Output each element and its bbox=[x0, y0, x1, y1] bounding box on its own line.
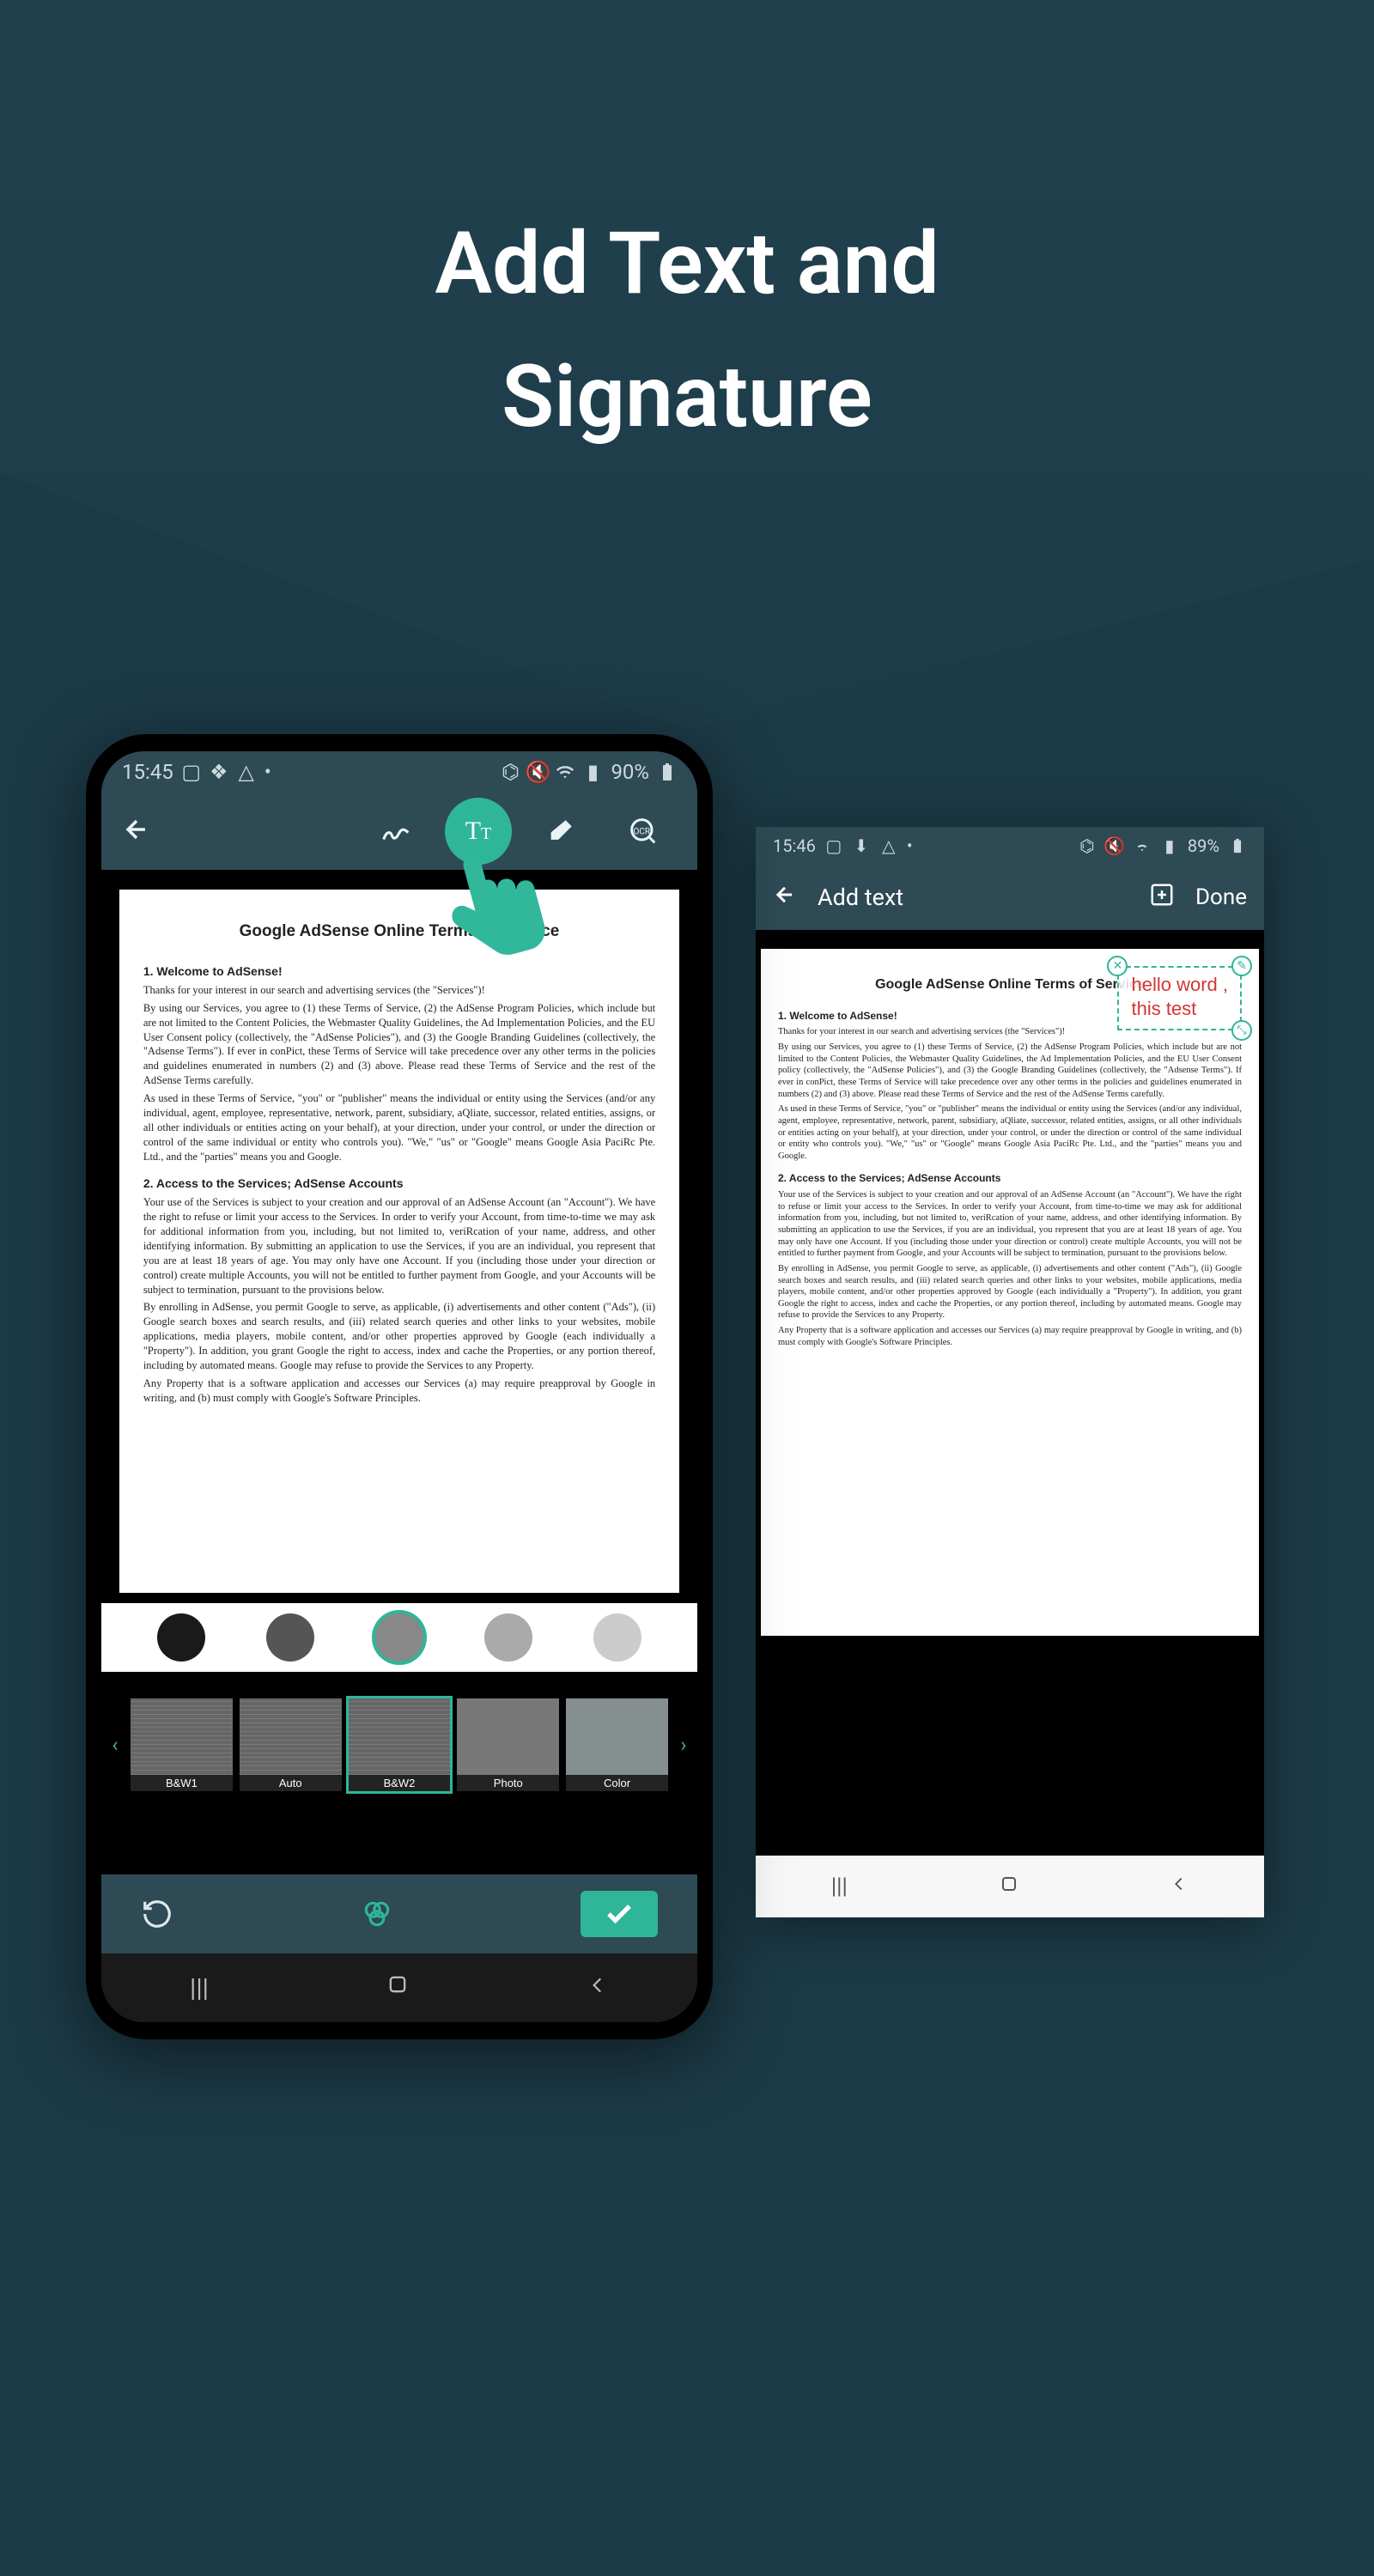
battery-level: 89% bbox=[1188, 835, 1219, 856]
doc-title: Google AdSense Online Terms of Service bbox=[143, 920, 655, 943]
confirm-button[interactable] bbox=[581, 1891, 658, 1937]
filter-thumb[interactable]: B&W2 bbox=[349, 1698, 451, 1791]
mute-icon: 🔇 bbox=[528, 762, 547, 781]
document-canvas[interactable]: Google AdSense Online Terms of Service 1… bbox=[101, 870, 697, 1874]
color-swatch[interactable] bbox=[375, 1613, 423, 1662]
filter-next-button[interactable]: › bbox=[675, 1733, 692, 1757]
phone-mockup-left: 15:45 ▢ ❖ △ • ⌬ 🔇 ▮ 90% bbox=[86, 734, 713, 2039]
system-nav-bar: ||| bbox=[101, 1953, 697, 2022]
add-text-header: Add text Done bbox=[756, 865, 1264, 930]
hero-title: Add Text and Signature bbox=[0, 0, 1374, 464]
annotation-delete-handle[interactable]: ✕ bbox=[1107, 956, 1128, 976]
wifi-icon bbox=[1133, 836, 1152, 855]
color-picker-row bbox=[101, 1603, 697, 1672]
recents-button[interactable]: ||| bbox=[831, 1874, 848, 1899]
color-swatch[interactable] bbox=[266, 1613, 314, 1662]
svg-text:OCR: OCR bbox=[634, 827, 651, 836]
wifi-icon bbox=[556, 762, 575, 781]
filter-thumb[interactable]: Auto bbox=[240, 1698, 342, 1791]
temp-icon: ❖ bbox=[210, 762, 228, 781]
back-nav-button[interactable] bbox=[587, 1973, 609, 2003]
filter-thumb[interactable]: B&W1 bbox=[131, 1698, 233, 1791]
back-button[interactable] bbox=[773, 883, 797, 913]
recents-button[interactable]: ||| bbox=[190, 1973, 209, 2003]
editor-toolbar: TT OCR bbox=[101, 793, 697, 870]
filter-thumb[interactable]: Color bbox=[566, 1698, 668, 1791]
document-canvas[interactable]: ✕ ✎ ⤡ hello word , this test Google AdSe… bbox=[756, 930, 1264, 1856]
color-swatch[interactable] bbox=[484, 1613, 532, 1662]
filter-prev-button[interactable]: ‹ bbox=[106, 1733, 124, 1757]
status-time: 15:45 bbox=[122, 760, 173, 784]
add-annotation-button[interactable] bbox=[1149, 882, 1175, 914]
download-icon: ⬇ bbox=[852, 836, 871, 855]
bell-icon: △ bbox=[237, 762, 256, 781]
screen-title: Add text bbox=[818, 884, 903, 911]
back-button[interactable] bbox=[122, 815, 151, 848]
bottom-action-bar bbox=[101, 1874, 697, 1953]
bell-icon: △ bbox=[879, 836, 898, 855]
phone-mockup-right: 15:46 ▢ ⬇ △ • ⌬ 🔇 ▮ 89% Add text Don bbox=[756, 827, 1264, 1917]
signature-tool-button[interactable] bbox=[362, 798, 429, 865]
home-button[interactable] bbox=[386, 1972, 410, 2003]
filter-mode-button[interactable] bbox=[361, 1898, 393, 1930]
home-button[interactable] bbox=[999, 1874, 1019, 1900]
status-bar: 15:46 ▢ ⬇ △ • ⌬ 🔇 ▮ 89% bbox=[756, 827, 1264, 865]
filter-thumb[interactable]: Photo bbox=[457, 1698, 559, 1791]
status-time: 15:46 bbox=[773, 835, 816, 856]
vpn-icon: ⌬ bbox=[501, 762, 520, 781]
gallery-icon: ▢ bbox=[182, 762, 201, 781]
back-nav-button[interactable] bbox=[1170, 1874, 1189, 1899]
scanned-document: ✕ ✎ ⤡ hello word , this test Google AdSe… bbox=[761, 949, 1259, 1636]
gallery-icon: ▢ bbox=[824, 836, 843, 855]
color-swatch[interactable] bbox=[593, 1613, 641, 1662]
mute-icon: 🔇 bbox=[1105, 836, 1124, 855]
color-swatch[interactable] bbox=[157, 1613, 205, 1662]
battery-icon bbox=[1228, 836, 1247, 855]
battery-level: 90% bbox=[611, 760, 649, 784]
battery-icon bbox=[658, 762, 677, 781]
ocr-tool-button[interactable]: OCR bbox=[610, 798, 677, 865]
filter-strip: ‹ B&W1 Auto B&W2 Photo Color › bbox=[101, 1693, 697, 1796]
signal-icon: ▮ bbox=[1160, 836, 1179, 855]
annotation-edit-handle[interactable]: ✎ bbox=[1231, 956, 1252, 976]
vpn-icon: ⌬ bbox=[1078, 836, 1097, 855]
annotation-resize-handle[interactable]: ⤡ bbox=[1231, 1020, 1252, 1041]
text-annotation-box[interactable]: ✕ ✎ ⤡ hello word , this test bbox=[1117, 966, 1242, 1030]
done-button[interactable]: Done bbox=[1195, 884, 1247, 910]
rotate-button[interactable] bbox=[141, 1898, 173, 1930]
signal-icon: ▮ bbox=[583, 762, 602, 781]
scanned-document: Google AdSense Online Terms of Service 1… bbox=[119, 890, 679, 1593]
status-bar: 15:45 ▢ ❖ △ • ⌬ 🔇 ▮ 90% bbox=[101, 751, 697, 793]
system-nav-bar: ||| bbox=[756, 1856, 1264, 1917]
